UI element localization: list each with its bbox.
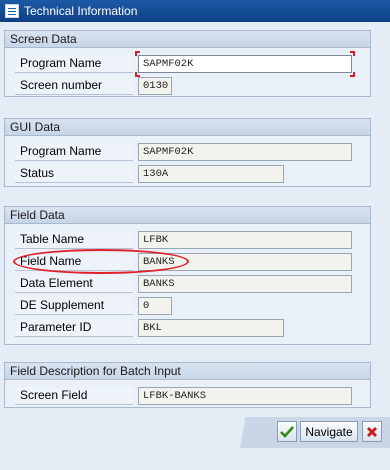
status-field[interactable]: 130A — [138, 165, 284, 183]
gui-data-group: GUI Data Program Name SAPMF02K Status 13… — [4, 118, 371, 187]
data-element-label: Data Element — [15, 275, 133, 293]
screen-number-field[interactable]: 0130 — [138, 77, 172, 95]
de-supplement-row: DE Supplement 0 — [5, 297, 370, 315]
data-element-row: Data Element BANKS — [5, 275, 370, 293]
gui-program-name-row: Program Name SAPMF02K — [5, 143, 370, 161]
screen-number-label: Screen number — [15, 77, 133, 95]
table-name-label: Table Name — [15, 231, 133, 249]
focus-marker — [350, 51, 355, 56]
table-name-row: Table Name LFBK — [5, 231, 370, 249]
focus-marker — [135, 51, 140, 56]
program-name-label: Program Name — [15, 55, 133, 73]
screen-field-label: Screen Field — [15, 387, 133, 405]
screen-number-row: Screen number 0130 — [5, 77, 370, 95]
program-name-field[interactable]: SAPMF02K — [138, 55, 352, 73]
screen-field-row: Screen Field LFBK-BANKS — [5, 387, 370, 405]
screen-field-field[interactable]: LFBK-BANKS — [138, 387, 352, 405]
check-icon — [280, 425, 294, 438]
gui-program-name-label: Program Name — [15, 143, 133, 161]
table-name-field[interactable]: LFBK — [138, 231, 352, 249]
group-title: Field Data — [5, 207, 370, 224]
parameter-id-row: Parameter ID BKL — [5, 319, 370, 337]
highlight-annotation — [13, 249, 189, 274]
status-row: Status 130A — [5, 165, 370, 183]
window-title: Technical Information — [24, 4, 138, 18]
parameter-id-label: Parameter ID — [15, 319, 133, 337]
de-supplement-label: DE Supplement — [15, 297, 133, 315]
cancel-button[interactable] — [362, 421, 382, 442]
navigate-label: Navigate — [305, 424, 353, 439]
dialog-body: Screen Data Program Name SAPMF02K Screen… — [0, 22, 390, 470]
confirm-button[interactable] — [277, 421, 297, 442]
window-icon — [5, 4, 19, 18]
data-element-field[interactable]: BANKS — [138, 275, 352, 293]
batch-input-group: Field Description for Batch Input Screen… — [4, 362, 371, 408]
group-title: GUI Data — [5, 119, 370, 136]
program-name-row: Program Name SAPMF02K — [5, 51, 370, 77]
title-bar: Technical Information — [0, 0, 390, 22]
cancel-icon — [366, 426, 378, 438]
navigate-button[interactable]: Navigate — [300, 421, 358, 442]
field-data-group: Field Data Table Name LFBK Field Name BA… — [4, 206, 371, 345]
group-title: Field Description for Batch Input — [5, 363, 370, 380]
de-supplement-field[interactable]: 0 — [138, 297, 172, 315]
gui-program-name-field[interactable]: SAPMF02K — [138, 143, 352, 161]
status-label: Status — [15, 165, 133, 183]
group-title: Screen Data — [5, 31, 370, 48]
parameter-id-field[interactable]: BKL — [138, 319, 284, 337]
screen-data-group: Screen Data Program Name SAPMF02K Screen… — [4, 30, 371, 97]
